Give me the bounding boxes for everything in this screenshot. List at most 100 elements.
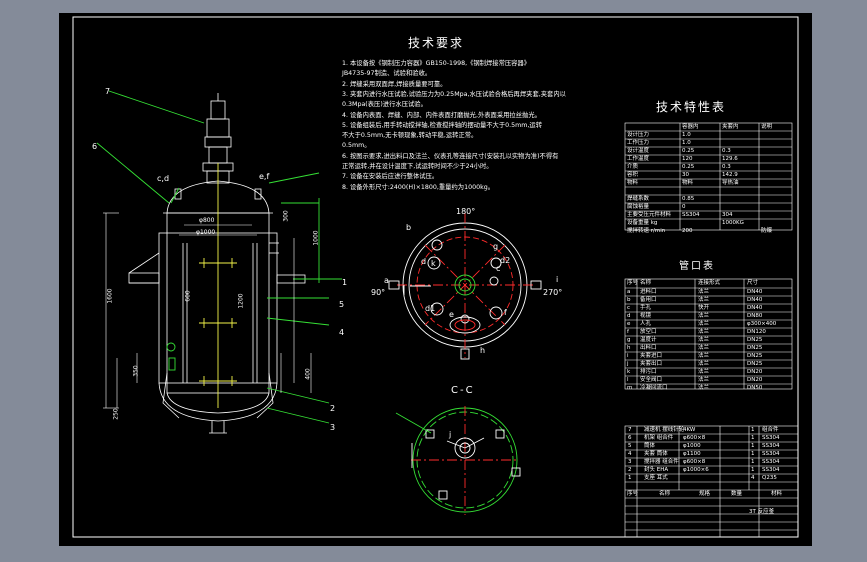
spec-cell: 设计温度 xyxy=(627,147,650,154)
parts-cell: 1 xyxy=(751,435,755,441)
nozzle-letter: d xyxy=(421,257,427,266)
tb-col4: 数量 xyxy=(731,491,743,497)
dimension-label: 1000 xyxy=(312,230,320,246)
spec-cell: 工作压力 xyxy=(627,139,650,146)
nozzle-cell: 法兰 xyxy=(698,344,710,351)
nozzle-title: 管口表 xyxy=(679,261,715,272)
spec-header-cell: 夹套内 xyxy=(722,123,739,130)
nozzle-cell: h xyxy=(627,344,631,351)
nozzle-cell: 法兰 xyxy=(698,336,710,343)
spec-cell: 1.0 xyxy=(682,131,691,138)
spec-cell: 导热油 xyxy=(722,179,739,186)
nozzle-cell: 法兰 xyxy=(698,384,710,391)
parts-cell: 1 xyxy=(751,427,755,433)
parts-cell: 1 xyxy=(751,467,755,473)
spec-cell: 0.25 xyxy=(682,163,695,170)
dimension-label: 1200 xyxy=(237,293,245,309)
parts-cell: φ600×8 xyxy=(683,459,706,465)
tech-req-title: 技术要求 xyxy=(408,36,465,50)
nozzle-cell: DN80 xyxy=(747,312,763,319)
parts-cell: 1 xyxy=(751,459,755,465)
nozzle-letter: g xyxy=(493,242,499,251)
nozzle-cell: e xyxy=(627,320,631,327)
spec-header-cell: 容器内 xyxy=(682,123,699,130)
nozzle-letter: h xyxy=(480,346,486,355)
tb-col5: 材料 xyxy=(771,491,783,497)
parts-cell: 4KW xyxy=(683,427,696,433)
tech-req-line: 7. 设备在安装后应进行整体试压。 xyxy=(342,173,439,181)
nozzle-cell: 冷凝回流口 xyxy=(640,384,668,391)
part-callout: 5 xyxy=(339,300,345,309)
parts-cell: φ1000×6 xyxy=(683,467,709,473)
nozzle-cell: f xyxy=(627,328,629,335)
spec-cell: 129.6 xyxy=(722,155,738,162)
parts-cell: 5 xyxy=(628,443,632,449)
nozzle-cell: a xyxy=(627,288,631,295)
nozzle-cell: 法兰 xyxy=(698,368,710,375)
parts-cell: 夹套 筒体 xyxy=(644,451,668,457)
parts-cell: 支座 耳式 xyxy=(644,475,668,481)
nozzle-cell: 快开 xyxy=(698,304,710,311)
nozzle-cell: 视镜 xyxy=(640,312,652,319)
parts-cell: 1 xyxy=(751,451,755,457)
spec-cell: 0.25 xyxy=(682,147,695,154)
tech-req-line: 2. 焊缝采用双面焊,焊接质量要可靠。 xyxy=(342,80,447,88)
nozzle-cell: 备用口 xyxy=(640,296,657,303)
tech-req-line: 5. 设备组装后,用手转动搅拌轴,检查搅拌轴的摆动量不大于0.5mm,运转 xyxy=(342,121,543,129)
tech-req-line: 4. 设备内表面、焊缝、内部、内件表面打磨抛光,外表面采用拉丝抛光。 xyxy=(342,111,541,119)
parts-cell: φ1000 xyxy=(683,443,701,449)
dimension-label: φ800 xyxy=(199,217,215,224)
nozzle-letter: c xyxy=(496,264,501,273)
tb-col3: 规格 xyxy=(699,491,711,497)
nozzle-letter: b xyxy=(406,223,412,232)
nozzle-letter: d1 xyxy=(425,304,436,313)
nozzle-letter: f xyxy=(504,308,507,317)
nozzle-cell: DN40 xyxy=(747,296,763,303)
nozzle-cell: 法兰 xyxy=(698,296,710,303)
leader-ef: e,f xyxy=(259,172,270,181)
spec-cell: SS304 xyxy=(682,211,700,218)
nozzle-cell: 安全阀口 xyxy=(640,376,663,383)
nozzle-letter: i xyxy=(556,275,559,284)
nozzle-cell: 出料口 xyxy=(640,344,657,351)
motor-body xyxy=(206,118,230,138)
nozzle-cell: 法兰 xyxy=(698,288,710,295)
section-label: C-C xyxy=(451,385,475,396)
spec-cell: 200 xyxy=(682,227,693,234)
part-callout: 1 xyxy=(342,278,348,287)
tech-req-line: JB4735-97制造、试验和验收。 xyxy=(342,70,432,78)
part-callout: 6 xyxy=(92,142,98,151)
part-callout: 3 xyxy=(330,423,336,432)
spec-cell: 304 xyxy=(722,211,733,218)
parts-cell: SS304 xyxy=(762,459,780,465)
nozzle-cell: 法兰 xyxy=(698,328,710,335)
nozzle-cell: b xyxy=(627,296,631,303)
parts-cell: 3 xyxy=(628,459,632,465)
nozzle-cell: 人孔 xyxy=(640,320,652,327)
tech-req-line: 3. 夹套内进行水压试验,试验压力为0.25Mpa,水压试验合格后再焊夹套,夹套… xyxy=(342,90,566,98)
nozzle-cell: 夹套出口 xyxy=(640,360,663,367)
tech-req-line: 正常运转,并在设计温度下,试运转时间不少于24小时。 xyxy=(342,163,493,170)
nozzle-cell: 手孔 xyxy=(640,304,652,311)
nozzle-cell: DN25 xyxy=(747,336,763,343)
nozzle-cell: i xyxy=(627,352,629,359)
spec-cell: 搅拌转速 r/min xyxy=(627,227,666,234)
part-callout: 4 xyxy=(339,328,345,337)
motor-top xyxy=(210,100,226,120)
spec-cell: 设计压力 xyxy=(627,131,650,138)
spec-cell: 焊缝系数 xyxy=(627,195,650,202)
nozzle-cell: k xyxy=(627,368,631,375)
nozzle-letter: e xyxy=(449,310,454,319)
nozzle-header-cell: 连接形式 xyxy=(698,280,721,286)
parts-cell: 减速机 摆线针轮 xyxy=(644,427,685,433)
nozzle-cell: φ300×400 xyxy=(747,320,777,327)
parts-cell: 搅拌器 组合件 xyxy=(644,459,679,465)
spec-cell: 物料 xyxy=(682,179,694,186)
tech-req-line: 0.5mm。 xyxy=(342,142,371,150)
nozzle-header-cell: 序号 xyxy=(627,280,639,286)
nozzle-cell: DN120 xyxy=(747,328,766,335)
parts-cell: 6 xyxy=(628,435,632,441)
dimension-label: 250 xyxy=(112,408,120,420)
dimension-label: 1600 xyxy=(106,288,114,304)
spec-cell: 防爆 xyxy=(761,227,773,234)
